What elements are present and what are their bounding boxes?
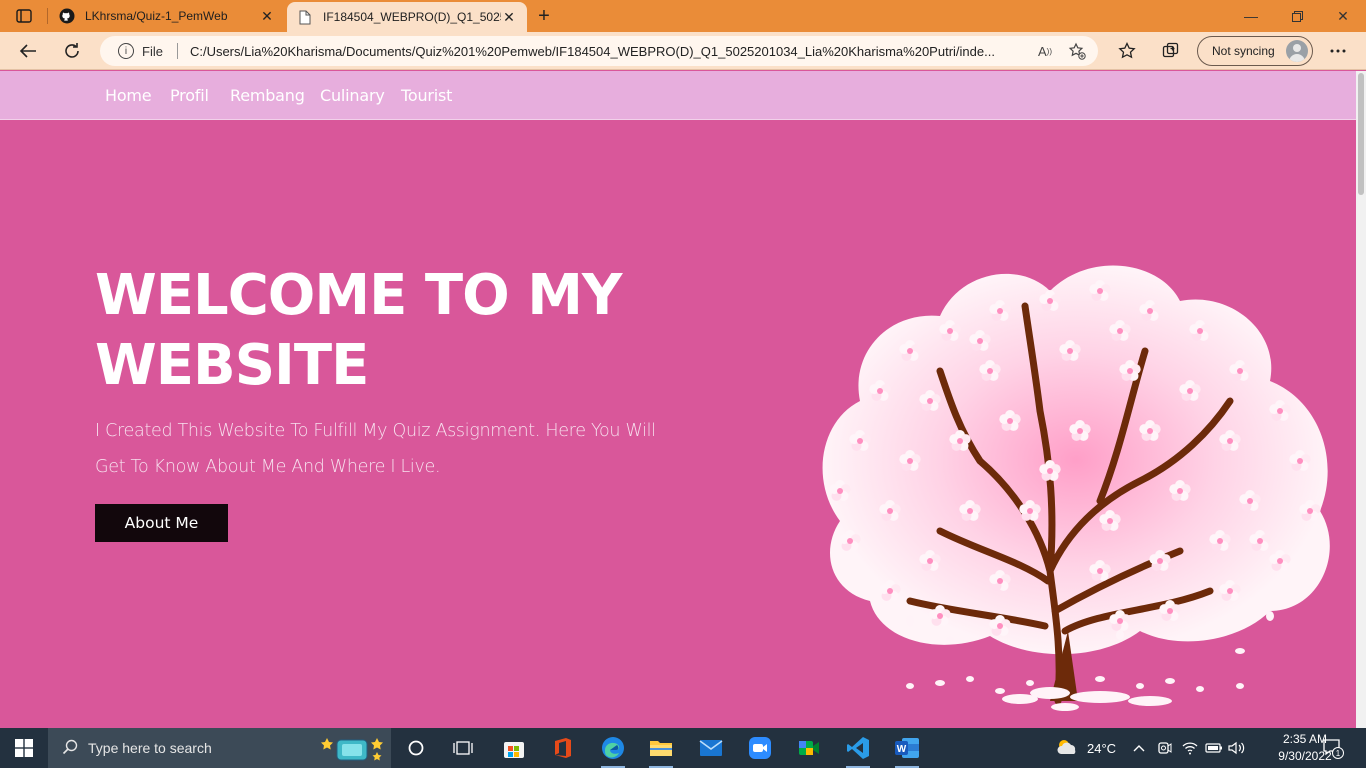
meet-now-icon[interactable] — [1157, 728, 1173, 768]
refresh-icon[interactable] — [58, 37, 86, 65]
vscode-icon[interactable] — [838, 732, 878, 768]
hero-text-line2: Get To Know About Me And Where I Live. — [95, 457, 441, 477]
github-icon — [59, 8, 75, 24]
info-icon[interactable]: i — [118, 43, 134, 59]
collections-icon[interactable] — [1157, 37, 1185, 65]
tab-separator — [47, 8, 48, 24]
word-icon[interactable]: W — [887, 732, 927, 768]
nav-profil[interactable]: Profil — [170, 86, 209, 105]
mail-icon[interactable] — [691, 732, 731, 764]
read-aloud-icon[interactable]: A)) — [1034, 40, 1056, 62]
file-icon — [297, 9, 313, 25]
divider — [176, 43, 178, 59]
cortana-icon[interactable] — [396, 732, 436, 764]
notification-count: 1 — [1336, 749, 1341, 758]
notification-center-icon[interactable]: 1 — [1322, 728, 1344, 768]
restore-icon[interactable] — [1274, 0, 1320, 32]
sync-label: Not syncing — [1212, 44, 1275, 58]
site-navbar: Home Profil Rembang Culinary Tourist — [0, 71, 1356, 120]
tab-strip: LKhrsma/Quiz-1_PemWeb ✕ IF184504_WEBPRO(… — [0, 0, 1366, 32]
avatar — [1286, 40, 1308, 62]
tab-active[interactable]: IF184504_WEBPRO(D)_Q1_50252 ✕ — [287, 2, 527, 32]
tab-title: IF184504_WEBPRO(D)_Q1_50252 — [323, 10, 501, 24]
search-placeholder: Type here to search — [88, 740, 212, 756]
tab-github[interactable]: LKhrsma/Quiz-1_PemWeb ✕ — [49, 0, 285, 32]
battery-icon[interactable] — [1205, 728, 1223, 768]
search-highlight-icon[interactable] — [319, 732, 385, 767]
page-scrollbar[interactable] — [1356, 71, 1366, 728]
tab-title: LKhrsma/Quiz-1_PemWeb — [85, 9, 228, 23]
taskbar-search[interactable]: Type here to search — [48, 728, 391, 768]
file-explorer-icon[interactable] — [641, 732, 681, 768]
cherry-blossom-tree-image — [822, 265, 1330, 711]
nav-home[interactable]: Home — [105, 86, 152, 105]
nav-tourist[interactable]: Tourist — [401, 86, 452, 105]
add-favorite-icon[interactable] — [1066, 40, 1088, 62]
wifi-icon[interactable] — [1182, 728, 1198, 768]
address-bar[interactable]: i File C:/Users/Lia%20Kharisma/Documents… — [100, 36, 1098, 66]
url-text[interactable]: C:/Users/Lia%20Kharisma/Documents/Quiz%2… — [190, 44, 1020, 59]
tab-actions-icon[interactable] — [8, 5, 40, 27]
edge-icon[interactable] — [593, 732, 633, 768]
search-icon — [62, 739, 78, 758]
favorites-icon[interactable] — [1113, 37, 1141, 65]
volume-icon[interactable] — [1228, 728, 1246, 768]
zoom-icon[interactable] — [740, 732, 780, 764]
back-arrow-icon[interactable] — [14, 37, 42, 65]
sync-button[interactable]: Not syncing — [1197, 36, 1313, 66]
svg-text:W: W — [897, 744, 907, 755]
address-toolbar: i File C:/Users/Lia%20Kharisma/Documents… — [0, 32, 1366, 70]
show-hidden-icons-icon[interactable] — [1132, 728, 1146, 768]
taskbar: Type here to search W 24°C 2:35 AM 9/30/… — [0, 728, 1366, 768]
windows-start-icon[interactable] — [0, 728, 48, 768]
microsoft-store-icon[interactable] — [494, 732, 534, 764]
google-meet-icon[interactable] — [789, 732, 829, 764]
task-view-icon[interactable] — [443, 732, 483, 764]
hero-title: WELCOME TO MY WEBSITE — [95, 261, 715, 401]
nav-culinary[interactable]: Culinary — [320, 86, 385, 105]
window-close-icon[interactable]: ✕ — [1320, 0, 1366, 32]
weather-widget[interactable]: 24°C — [1055, 728, 1116, 768]
close-icon[interactable]: ✕ — [259, 8, 275, 24]
nav-rembang[interactable]: Rembang — [230, 86, 305, 105]
hero-description: I Created This Website To Fulfill My Qui… — [95, 413, 695, 485]
weather-temperature: 24°C — [1087, 740, 1117, 756]
weather-cloudy-icon — [1055, 738, 1079, 759]
scheme-label: File — [142, 43, 163, 59]
about-me-button[interactable]: About Me — [95, 504, 228, 542]
office-icon[interactable] — [543, 732, 583, 764]
scrollbar-thumb[interactable] — [1358, 73, 1364, 195]
web-page: Home Profil Rembang Culinary Tourist WEL… — [0, 71, 1356, 728]
hero-title-line1: WELCOME TO MY — [95, 263, 622, 328]
more-options-icon[interactable] — [1324, 37, 1352, 65]
minimize-icon[interactable]: — — [1228, 0, 1274, 32]
new-tab-button[interactable]: + — [533, 5, 555, 27]
close-icon[interactable]: ✕ — [501, 9, 517, 25]
hero-title-line2: WEBSITE — [95, 333, 369, 398]
hero-text-line1: I Created This Website To Fulfill My Qui… — [95, 421, 656, 441]
